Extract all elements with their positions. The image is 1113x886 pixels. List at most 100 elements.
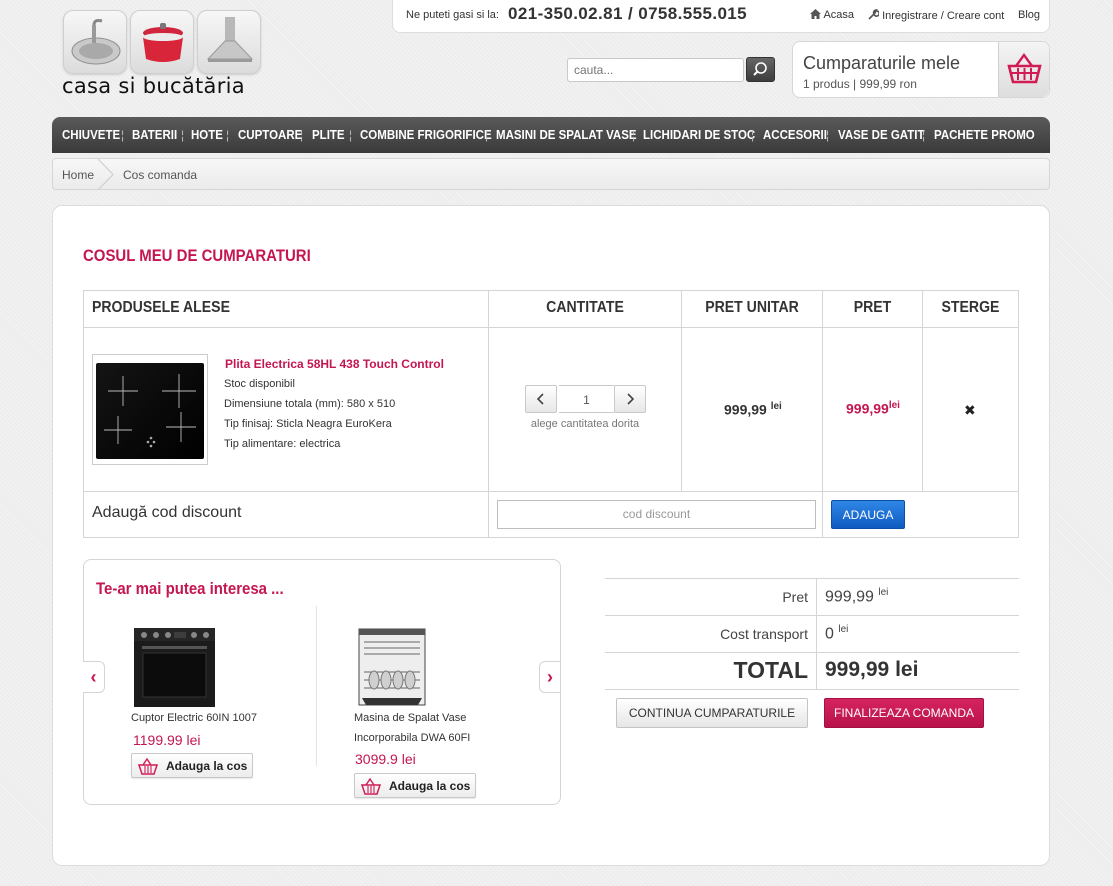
- basket-icon: [137, 757, 159, 775]
- suggestion-image-dishwasher[interactable]: [358, 628, 426, 706]
- table-divider: [822, 291, 823, 537]
- line-price-value: 999,99: [846, 400, 889, 417]
- suggestion-image-oven[interactable]: [134, 628, 215, 707]
- product-name-link[interactable]: Plita Electrica 58HL 438 Touch Control: [225, 357, 444, 371]
- breadcrumb: [52, 158, 1050, 190]
- delete-item-button[interactable]: ✖: [964, 402, 976, 419]
- nav-item-plite[interactable]: PLITE: [312, 128, 345, 142]
- table-divider: [681, 291, 682, 491]
- table-divider: [84, 491, 1018, 492]
- basket-icon: [1007, 52, 1042, 84]
- column-header-unit-price: PRET UNITAR: [705, 299, 799, 316]
- product-image[interactable]: [92, 354, 208, 465]
- line-price: 999,99lei: [846, 400, 900, 417]
- cooktop-burners-icon: [104, 374, 196, 448]
- breadcrumb-chevron-icon: [97, 159, 114, 190]
- nav-separator: ¦: [300, 128, 304, 142]
- totals-divider: [605, 689, 1019, 690]
- nav-separator: ¦: [349, 128, 353, 142]
- register-link-label: Inregistrare / Creare cont: [882, 10, 1005, 22]
- product-spec: Tip finisaj: Sticla Neagra EuroKera: [224, 418, 392, 430]
- add-to-cart-button[interactable]: Adauga la cos: [131, 753, 253, 778]
- suggestion-name[interactable]: Cuptor Electric 60IN 1007: [131, 708, 257, 728]
- nav-item-baterii[interactable]: BATERII: [132, 128, 177, 142]
- totals-price-currency: lei: [878, 587, 889, 598]
- column-header-delete: STERGE: [941, 299, 1000, 316]
- totals-divider: [605, 652, 1019, 653]
- apply-discount-button[interactable]: ADAUGA: [831, 500, 905, 529]
- table-divider: [488, 291, 489, 537]
- blog-link[interactable]: Blog: [1018, 9, 1040, 21]
- mini-cart-button[interactable]: [998, 42, 1049, 97]
- suggestion-price: 3099.9 lei: [355, 751, 416, 767]
- unit-price-currency: lei: [770, 401, 782, 412]
- nav-separator: ¦: [826, 128, 830, 142]
- column-header-price: PRET: [853, 299, 892, 316]
- column-header-products: PRODUSELE ALESE: [92, 299, 230, 316]
- nav-item-pachete-promo[interactable]: PACHETE PROMO: [934, 128, 1035, 142]
- unit-price: 999,99 lei: [724, 401, 782, 418]
- phone-number: 021-350.02.81 / 0758.555.015: [508, 4, 748, 23]
- sink-icon: [71, 19, 121, 65]
- home-link[interactable]: Acasa: [810, 9, 854, 21]
- column-header-quantity: CANTITATE: [546, 299, 624, 316]
- totals-divider: [605, 615, 1019, 616]
- cooktop-image: [96, 363, 204, 459]
- product-spec: Dimensiune totala (mm): 580 x 510: [224, 398, 396, 410]
- register-link[interactable]: Inregistrare / Creare cont: [868, 9, 1004, 22]
- nav-item-cuptoare[interactable]: CUPTOARE: [238, 128, 302, 142]
- checkout-button[interactable]: FINALIZEAZA COMANDA: [824, 698, 984, 728]
- page-title: COSUL MEU DE CUMPARATURI: [83, 246, 311, 265]
- basket-icon: [360, 777, 382, 795]
- logo-pot-icon: [130, 10, 194, 74]
- totals-total-label: TOTAL: [733, 657, 808, 683]
- suggestion-name-line: Masina de Spalat Vase: [354, 712, 467, 724]
- add-to-cart-button[interactable]: Adauga la cos: [354, 773, 476, 798]
- add-to-cart-label: Adauga la cos: [389, 779, 471, 793]
- mini-cart-summary: 1 produs | 999,99 ron: [803, 77, 917, 91]
- nav-item-chiuvete[interactable]: CHIUVETE: [62, 128, 120, 142]
- nav-item-hote[interactable]: HOTE: [191, 128, 223, 142]
- totals-price-label: Pret: [782, 589, 808, 605]
- dishwasher-icon: [358, 628, 426, 706]
- home-link-label: Acasa: [823, 9, 855, 21]
- totals-total-value: 999,99 lei: [825, 658, 919, 681]
- nav-separator: ¦: [181, 128, 185, 142]
- product-spec: Stoc disponibil: [224, 378, 295, 390]
- breadcrumb-home[interactable]: Home: [62, 168, 94, 182]
- search-button[interactable]: [746, 57, 775, 82]
- suggestion-name-line: Incorporabila DWA 60FI: [354, 732, 471, 744]
- table-divider: [84, 327, 1018, 328]
- home-icon: [810, 9, 821, 19]
- quantity-input[interactable]: 1: [559, 385, 614, 413]
- totals-price: 999,99 lei: [825, 587, 888, 606]
- line-price-currency: lei: [888, 400, 900, 411]
- suggestion-name[interactable]: Masina de Spalat Vase Incorporabila DWA …: [354, 708, 470, 748]
- continue-shopping-button[interactable]: CONTINUA CUMPARATURILE: [616, 698, 808, 728]
- totals-price-value: 999,99: [825, 588, 874, 606]
- quantity-increase-button[interactable]: [614, 385, 646, 413]
- hood-icon: [206, 17, 254, 62]
- pot-icon: [143, 23, 183, 62]
- discount-label: Adaugă cod discount: [92, 504, 242, 521]
- suggestions-prev-button[interactable]: ‹: [83, 661, 105, 693]
- discount-code-input[interactable]: cod discount: [497, 500, 816, 529]
- nav-item-vase-de-gatit[interactable]: VASE DE GATIT: [838, 128, 924, 142]
- chevron-left-icon: [536, 393, 544, 405]
- suggestions-next-button[interactable]: ›: [539, 661, 561, 693]
- nav-item-combine-frigorifice[interactable]: COMBINE FRIGORIFICE: [360, 128, 492, 142]
- nav-item-lichidari-de-stoc[interactable]: LICHIDARI DE STOC: [643, 128, 755, 142]
- suggestion-name-line: Cuptor Electric 60IN 1007: [131, 712, 257, 724]
- nav-item-accesorii[interactable]: ACCESORII: [763, 128, 827, 142]
- chevron-right-icon: [627, 393, 635, 405]
- nav-item-masini-de-spalat-vase[interactable]: MASINI DE SPALAT VASE: [496, 128, 637, 142]
- nav-separator: ¦: [751, 128, 755, 142]
- search-input[interactable]: [567, 58, 744, 82]
- nav-separator: ¦: [121, 128, 125, 142]
- product-spec: Tip alimentare: electrica: [224, 438, 341, 450]
- nav-separator: ¦: [226, 128, 230, 142]
- totals-divider: [605, 578, 1019, 579]
- nav-separator: ¦: [922, 128, 926, 142]
- quantity-decrease-button[interactable]: [525, 385, 557, 413]
- mini-cart-title: Cumparaturile mele: [803, 53, 961, 73]
